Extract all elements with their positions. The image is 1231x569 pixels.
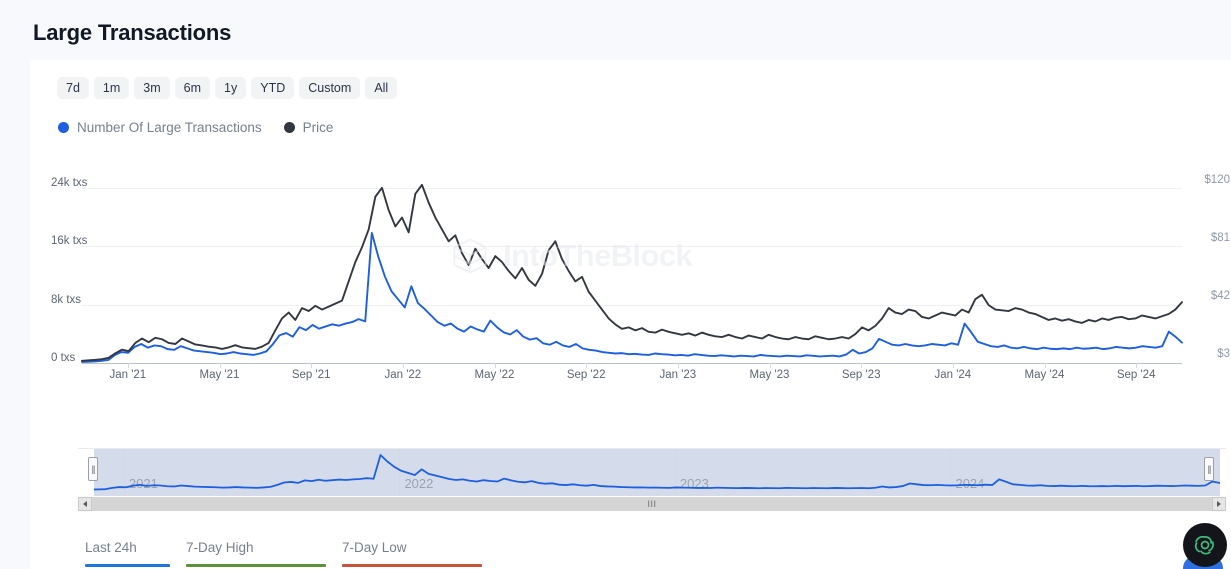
y-axis-right-tick: $120 — [1204, 173, 1230, 186]
chart-legend: Number Of Large Transactions Price — [58, 120, 333, 135]
scrollbar-grip: III — [647, 499, 657, 509]
x-axis-tick-mark — [219, 363, 221, 368]
plot-area[interactable]: 0 txs 8k txs 16k txs 24k txs $3 $42 $81 $120 Jan… — [51, 173, 1230, 381]
range-button-7d[interactable]: 7d — [57, 77, 89, 99]
stats-summary: Last 24h542 txs7-Day High696 txsNov 18 2… — [85, 540, 497, 569]
stat-label: 7-Day Low — [342, 540, 407, 555]
x-axis-tick: May '24 — [1024, 369, 1065, 381]
stat-label: Last 24h — [85, 540, 137, 555]
y-axis-right-tick: $3 — [1217, 347, 1230, 360]
handle-grip: || — [91, 463, 96, 474]
x-axis-tick-mark — [861, 363, 863, 368]
stat-label: 7-Day High — [186, 540, 254, 555]
range-navigator[interactable]: 2021 2022 2023 2024 || || — [78, 448, 1226, 496]
navigator-unselected-right — [1220, 449, 1226, 496]
x-axis-tick-mark — [677, 363, 679, 368]
stat-card-7-day-low: 7-Day Low310 txsNov 15 2024 — [342, 540, 497, 569]
page-title: Large Transactions — [33, 20, 232, 45]
x-axis-tick: Sep '23 — [841, 369, 881, 381]
x-axis-tick-mark — [769, 363, 771, 368]
legend-label: Price — [302, 120, 334, 135]
x-axis-tick-mark — [586, 363, 588, 368]
gridline — [82, 363, 1182, 364]
stat-underline — [85, 564, 170, 567]
legend-label: Number Of Large Transactions — [77, 120, 262, 135]
series-layer — [81, 183, 1183, 363]
range-button-1y[interactable]: 1y — [215, 77, 247, 99]
legend-dot-icon — [283, 122, 295, 133]
floating-chat-badge[interactable] — [1183, 523, 1227, 567]
navigator-series — [78, 454, 1226, 491]
y-axis-left-tick: 8k txs — [51, 293, 82, 306]
x-axis-tick-mark — [494, 363, 496, 368]
scrollbar-thumb[interactable]: III — [92, 497, 1212, 511]
stat-underline — [186, 564, 326, 567]
pinwheel-logo-icon — [1194, 535, 1214, 555]
y-axis-right-tick: $81 — [1210, 231, 1230, 244]
x-axis-tick: Sep '24 — [1116, 369, 1156, 381]
chart-card: 7d 1m 3m 6m 1y YTD Custom All Number Of Large T… — [30, 60, 1231, 569]
stat-card-last-24h: Last 24h542 txs — [85, 540, 186, 569]
x-axis-tick-mark — [311, 363, 313, 368]
x-axis-tick: May '23 — [749, 369, 790, 381]
legend-dot-icon — [58, 122, 69, 133]
x-axis-tick: Sep '21 — [291, 369, 331, 381]
chart-scrollbar[interactable]: III — [78, 497, 1226, 511]
x-axis-tick: Jan '21 — [109, 369, 147, 381]
y-axis-left-tick: 0 txs — [51, 352, 76, 364]
range-button-all[interactable]: All — [365, 77, 398, 99]
range-selector: 7d 1m 3m 6m 1y YTD Custom All — [57, 77, 398, 99]
x-axis-tick: Jan '22 — [384, 369, 422, 381]
range-button-6m[interactable]: 6m — [174, 77, 211, 99]
x-axis-tick: Sep '22 — [566, 369, 606, 381]
x-axis-tick-mark — [127, 363, 129, 368]
x-axis-tick: Jan '24 — [934, 369, 972, 381]
range-button-ytd[interactable]: YTD — [251, 77, 295, 99]
range-button-3m[interactable]: 3m — [134, 77, 170, 99]
legend-item-transactions[interactable]: Number Of Large Transactions — [58, 120, 262, 135]
y-axis-right-tick: $42 — [1210, 289, 1230, 302]
scroll-left-arrow-icon[interactable] — [78, 497, 92, 511]
navigator-series-line — [78, 454, 1226, 491]
stat-card-7-day-high: 7-Day High696 txsNov 18 2024 — [186, 540, 342, 569]
navigator-handle-right[interactable]: || — [1204, 457, 1214, 481]
x-axis-tick: May '21 — [199, 369, 240, 381]
x-axis-tick-mark — [1136, 363, 1138, 368]
range-button-custom[interactable]: Custom — [299, 77, 361, 99]
chart-plot[interactable]: 0 txs 8k txs 16k txs 24k txs $3 $42 $81 $120 Jan… — [51, 173, 1230, 418]
series-line-transactions — [81, 231, 1183, 363]
scroll-right-arrow-icon[interactable] — [1212, 497, 1226, 511]
large-transactions-page: Large Transactions 7d 1m 3m 6m 1y YTD Custom Al… — [0, 0, 1231, 569]
x-axis-tick-mark — [952, 363, 954, 368]
stat-underline — [342, 564, 482, 567]
x-axis-tick: May '22 — [474, 369, 515, 381]
x-axis-tick-mark — [1044, 363, 1046, 368]
series-line-price — [81, 183, 1183, 362]
legend-item-price[interactable]: Price — [283, 120, 334, 135]
x-axis-tick: Jan '23 — [659, 369, 697, 381]
range-button-1m[interactable]: 1m — [93, 77, 130, 99]
handle-grip: || — [1207, 463, 1212, 474]
navigator-handle-left[interactable]: || — [88, 457, 98, 481]
x-axis-tick-mark — [402, 363, 404, 368]
